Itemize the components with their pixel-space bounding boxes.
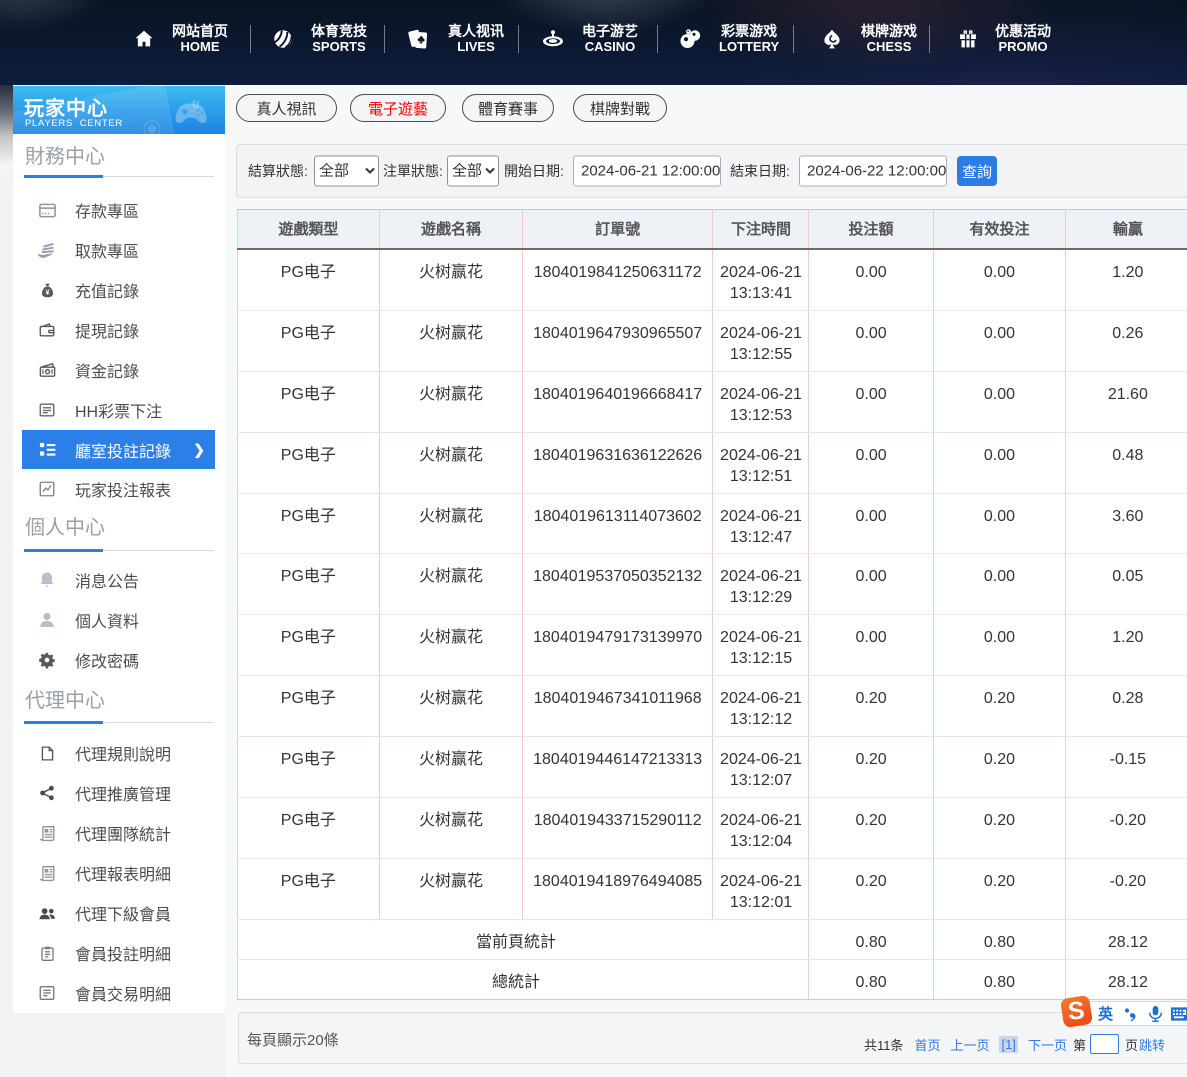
svg-text:¥: ¥ [45,287,49,296]
